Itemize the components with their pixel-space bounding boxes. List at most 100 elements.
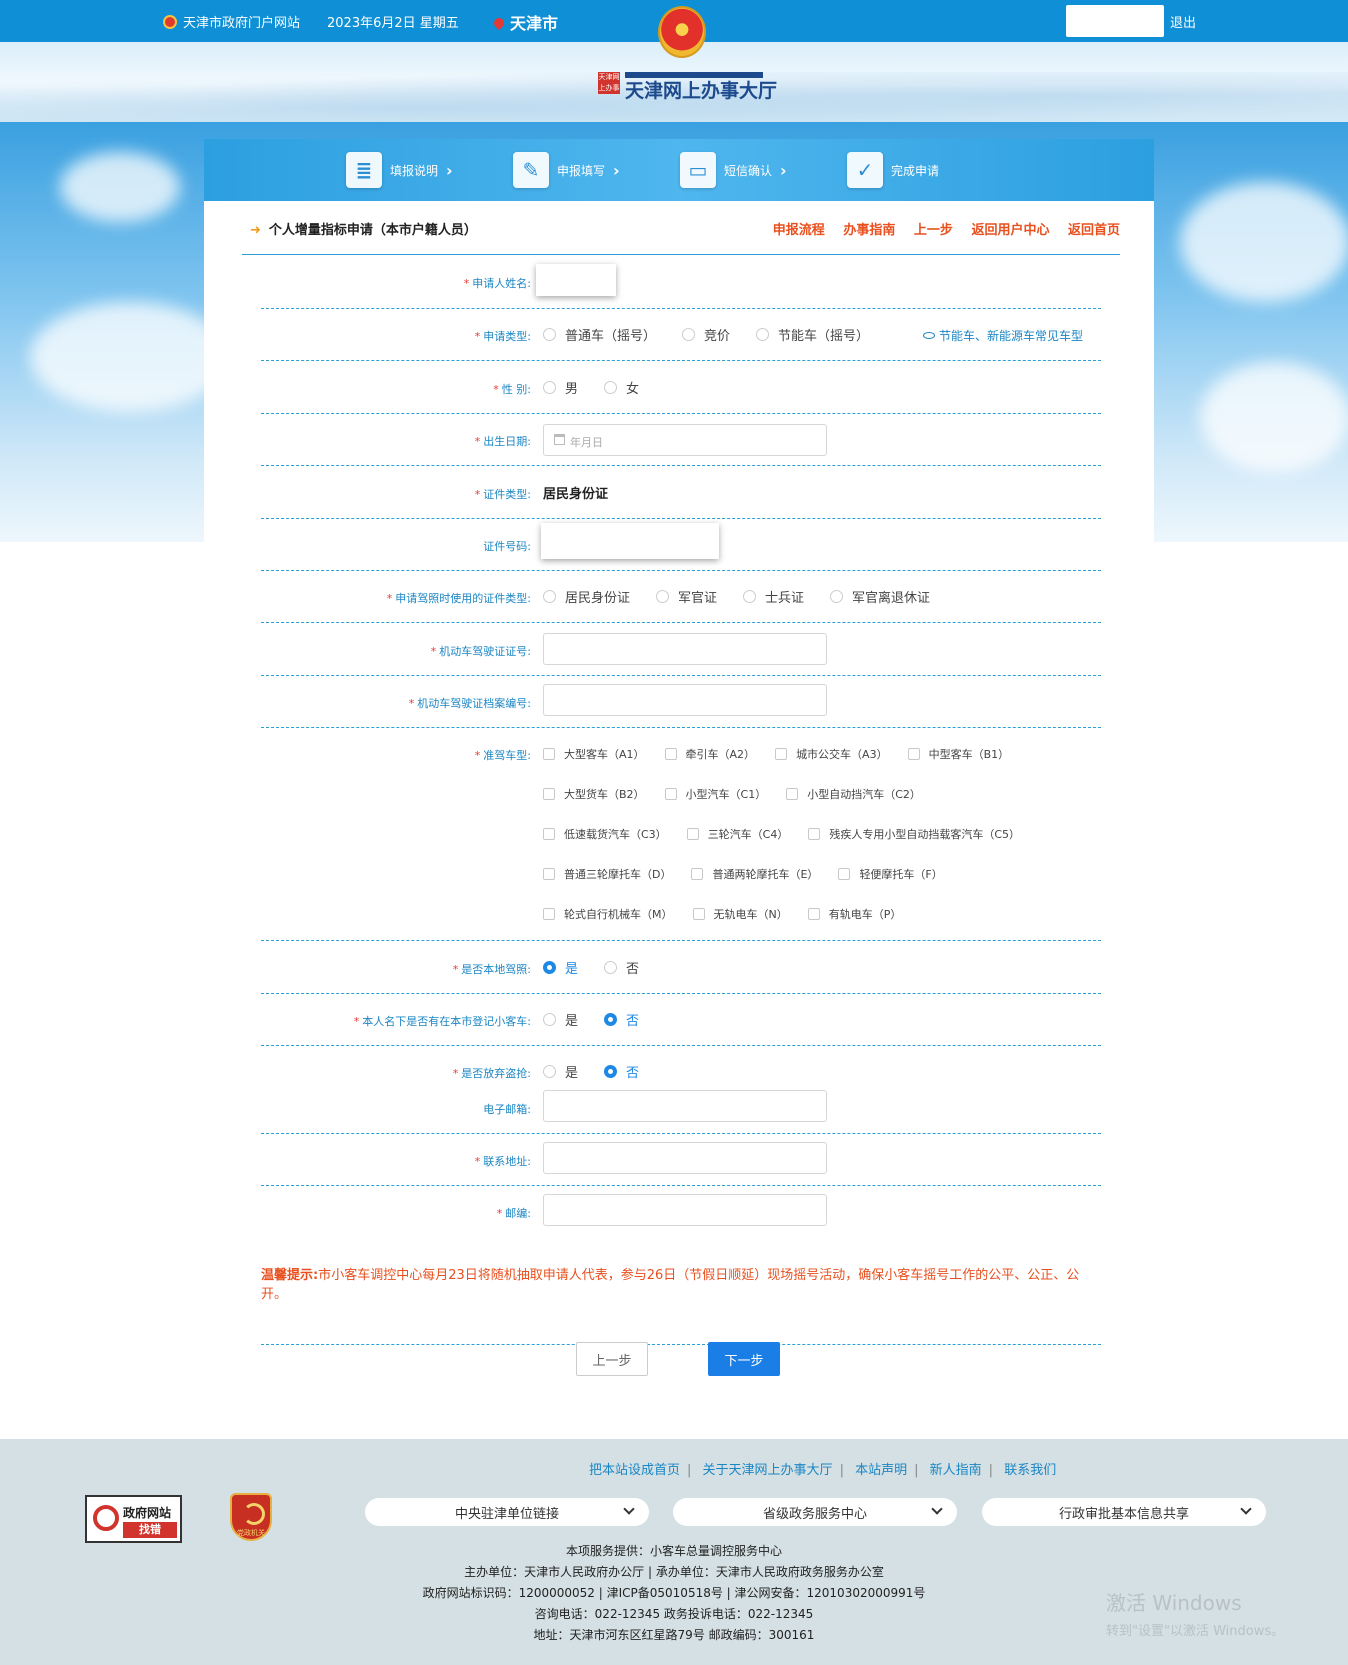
radio-give-up-yes[interactable]: 是: [543, 1062, 578, 1081]
radio-gender-male[interactable]: 男: [543, 378, 578, 397]
vehicle-class-label: * 准驾车型:: [474, 749, 531, 762]
step-sms-confirm: ▭ 短信确认 ›: [680, 152, 787, 188]
check-icon: ✓: [847, 152, 883, 188]
radio-license-id-officer[interactable]: 军官证: [656, 587, 717, 606]
vehicle-class-row: 大型客车（A1） 牵引车（A2） 城市公交车（A3） 中型客车（B1）: [543, 746, 1029, 762]
edit-icon: ✎: [513, 152, 549, 188]
city-label: 天津市: [510, 14, 559, 33]
checkbox-class-c1[interactable]: 小型汽车（C1）: [664, 786, 766, 802]
party-gov-organ-badge[interactable]: 党政机关: [230, 1493, 272, 1541]
radio-apply-bidding[interactable]: 竞价: [682, 325, 730, 344]
chevron-right-icon: ›: [613, 160, 620, 180]
document-icon: ≣: [346, 152, 382, 188]
checkbox-class-c3[interactable]: 低速载货汽车（C3）: [543, 826, 667, 842]
row-license-number: * 机动车驾驶证证号:: [261, 623, 1101, 676]
checkbox-class-b1[interactable]: 中型客车（B1）: [907, 746, 1009, 762]
radio-license-id-resident[interactable]: 居民身份证: [543, 587, 630, 606]
step-fill-form: ✎ 申报填写 ›: [513, 152, 620, 188]
birth-date-input[interactable]: 年月日: [543, 424, 827, 456]
tip-title: 温馨提示:: [261, 1268, 319, 1283]
license-id-type-radio-group: 居民身份证 军官证 士兵证 军官离退休证: [543, 587, 956, 606]
checkbox-class-b2[interactable]: 大型货车（B2）: [543, 786, 645, 802]
page-title: ➜ 个人增量指标申请（本市户籍人员）: [250, 223, 477, 238]
radio-license-id-soldier[interactable]: 士兵证: [743, 587, 804, 606]
arrow-bullet-icon: ➜: [250, 223, 261, 238]
license-file-number-input[interactable]: [543, 684, 827, 716]
address-input[interactable]: [543, 1142, 827, 1174]
energy-saving-models-link[interactable]: 节能车、新能源车常见车型: [923, 327, 1083, 344]
apply-type-label: * 申请类型:: [474, 330, 531, 343]
link-process[interactable]: 申报流程: [773, 223, 825, 238]
license-id-type-label: * 申请驾照时使用的证件类型:: [386, 592, 531, 605]
row-birth-date: * 出生日期: 年月日: [261, 414, 1101, 466]
link-previous[interactable]: 上一步: [914, 223, 953, 238]
link-guide[interactable]: 办事指南: [843, 223, 895, 238]
select-central-units[interactable]: 中央驻津单位链接: [365, 1498, 649, 1526]
select-approval-info[interactable]: 行政审批基本信息共享: [982, 1498, 1266, 1526]
id-type-value: 居民身份证: [543, 487, 609, 502]
radio-apply-lottery[interactable]: 普通车（摇号）: [543, 325, 656, 344]
link-user-center[interactable]: 返回用户中心: [971, 223, 1049, 238]
id-number-field[interactable]: [541, 523, 719, 559]
gov-portal-link[interactable]: 天津市政府门户网站: [163, 12, 300, 31]
applicant-name-field[interactable]: [536, 264, 616, 296]
checkbox-class-c4[interactable]: 三轮汽车（C4）: [686, 826, 788, 842]
radio-give-up-no[interactable]: 否: [604, 1062, 639, 1081]
checkbox-class-f[interactable]: 轻便摩托车（F）: [838, 866, 943, 882]
radio-local-license-yes[interactable]: 是: [543, 958, 578, 977]
checkbox-class-p[interactable]: 有轨电车（P）: [807, 906, 901, 922]
radio-has-car-no[interactable]: 否: [604, 1010, 639, 1029]
give-up-theft-radio-group: 是 否: [543, 1062, 665, 1081]
radio-apply-energy-saving[interactable]: 节能车（摇号）: [756, 325, 869, 344]
zip-input[interactable]: [543, 1194, 827, 1226]
site-logo-title[interactable]: 天津网上办事大厅: [625, 76, 777, 103]
radio-gender-female[interactable]: 女: [604, 378, 639, 397]
footer-link-guide[interactable]: 新人指南: [930, 1463, 982, 1478]
id-number-label: 证件号码:: [483, 540, 531, 553]
zip-label: * 邮编:: [496, 1207, 531, 1220]
step-label: 完成申请: [891, 163, 940, 178]
footer-link-set-home[interactable]: 把本站设成首页: [589, 1463, 680, 1478]
select-provincial-centers[interactable]: 省级政务服务中心: [673, 1498, 957, 1526]
national-emblem-icon: [658, 6, 706, 58]
row-has-car: * 本人名下是否有在本市登记小客车: 是 否: [261, 994, 1101, 1046]
radio-license-id-retired-officer[interactable]: 军官离退休证: [830, 587, 930, 606]
footer-link-contact[interactable]: 联系我们: [1004, 1463, 1056, 1478]
phone-icon: ▭: [680, 152, 716, 188]
has-car-radio-group: 是 否: [543, 1010, 665, 1029]
chevron-right-icon: ›: [446, 160, 453, 180]
user-name-box[interactable]: [1066, 5, 1164, 37]
checkbox-class-c2[interactable]: 小型自动挡汽车（C2）: [786, 786, 921, 802]
radio-local-license-no[interactable]: 否: [604, 958, 639, 977]
next-step-button[interactable]: 下一步: [708, 1342, 780, 1376]
chevron-down-icon: [623, 1503, 635, 1515]
previous-step-button[interactable]: 上一步: [576, 1342, 648, 1376]
id-type-label: * 证件类型:: [474, 488, 531, 501]
row-id-type: * 证件类型: 居民身份证: [261, 466, 1101, 519]
windows-activation-watermark: 激活 Windows 转到"设置"以激活 Windows。: [1106, 1591, 1285, 1639]
footer-link-statement[interactable]: 本站声明: [855, 1463, 907, 1478]
checkbox-class-e[interactable]: 普通两轮摩托车（E）: [691, 866, 818, 882]
radio-has-car-yes[interactable]: 是: [543, 1010, 578, 1029]
row-zip: * 邮编:: [261, 1186, 1101, 1238]
checkbox-class-d[interactable]: 普通三轮摩托车（D）: [543, 866, 671, 882]
checkbox-class-a2[interactable]: 牵引车（A2）: [664, 746, 755, 762]
checkbox-class-a3[interactable]: 城市公交车（A3）: [775, 746, 888, 762]
eye-icon: [923, 332, 935, 339]
vehicle-class-row: 大型货车（B2） 小型汽车（C1） 小型自动挡汽车（C2）: [543, 786, 941, 802]
checkbox-class-n[interactable]: 无轨电车（N）: [692, 906, 788, 922]
location-pin-icon: [491, 15, 507, 31]
license-number-input[interactable]: [543, 633, 827, 665]
gov-site-error-badge[interactable]: 政府网站 找错: [85, 1495, 182, 1543]
row-applicant-name: * 申请人姓名:: [261, 256, 1101, 309]
checkbox-class-c5[interactable]: 残疾人专用小型自动挡载客汽车（C5）: [808, 826, 1020, 842]
checkbox-class-m[interactable]: 轮式自行机械车（M）: [543, 906, 673, 922]
logout-link[interactable]: 退出: [1170, 12, 1196, 31]
link-home[interactable]: 返回首页: [1068, 223, 1120, 238]
city-selector[interactable]: 天津市: [491, 10, 559, 34]
checkbox-class-a1[interactable]: 大型客车（A1）: [543, 746, 645, 762]
gender-radio-group: 男 女: [543, 378, 665, 397]
email-input[interactable]: [543, 1090, 827, 1122]
footer-link-about[interactable]: 关于天津网上办事大厅: [703, 1463, 833, 1478]
step-label: 申报填写: [557, 163, 606, 178]
